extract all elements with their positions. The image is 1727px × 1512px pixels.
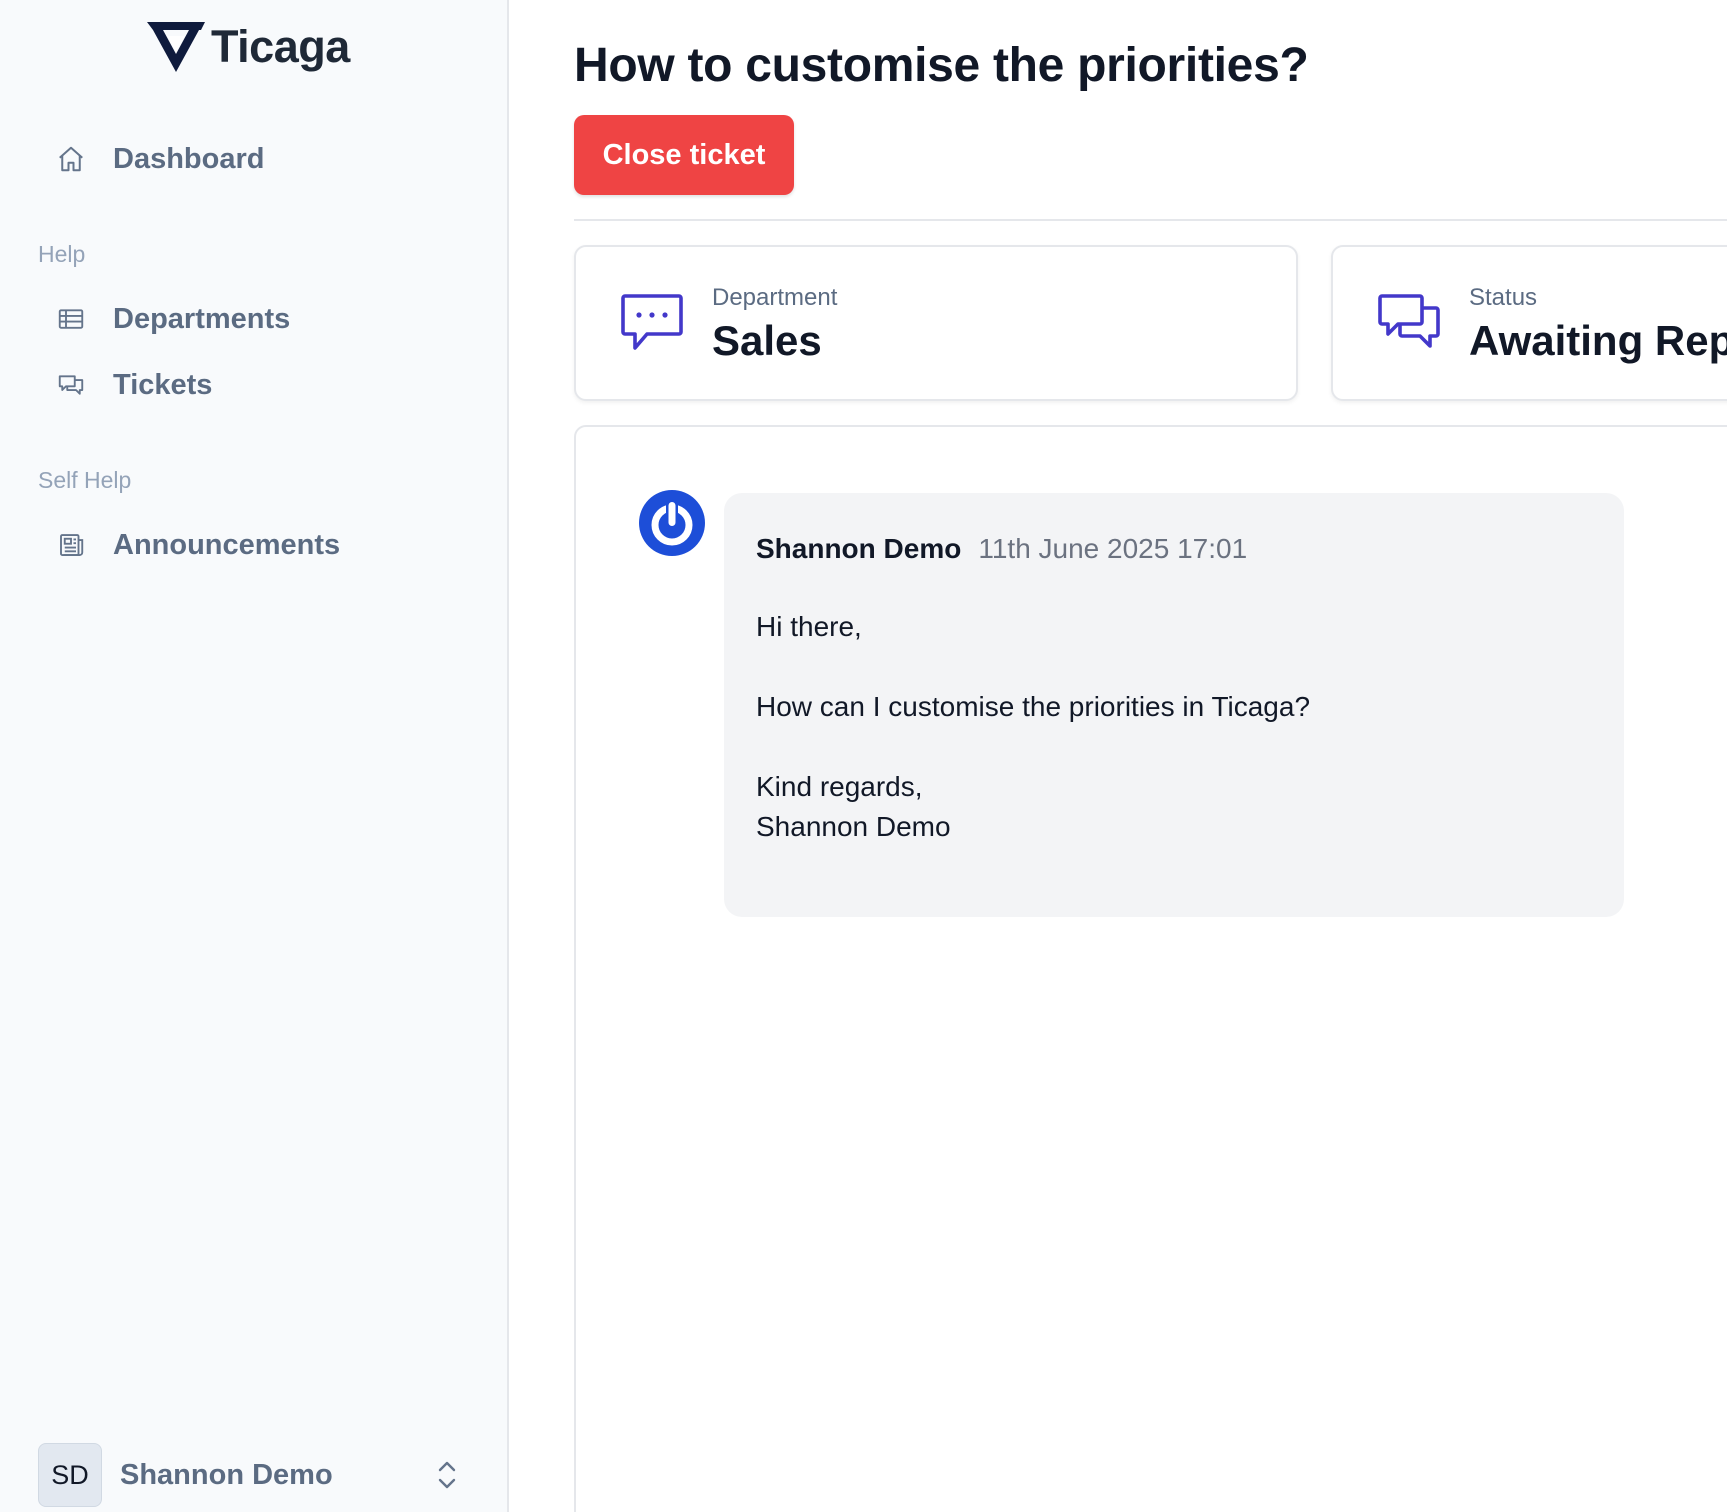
message-header: Shannon Demo 11th June 2025 17:01 bbox=[756, 533, 1247, 565]
status-value: Awaiting Reply bbox=[1469, 317, 1727, 364]
message-line: Shannon Demo bbox=[756, 811, 951, 842]
sidebar-item-label: Announcements bbox=[113, 528, 341, 561]
department-label: Department bbox=[712, 284, 838, 311]
brand-logo[interactable]: Ticaga bbox=[145, 18, 350, 76]
section-label-help: Help bbox=[38, 241, 86, 267]
message-line: How can I customise the priorities in Ti… bbox=[756, 691, 1311, 722]
page-title: How to customise the priorities? bbox=[574, 39, 1309, 92]
home-icon bbox=[56, 144, 86, 174]
user-menu[interactable]: SD Shannon Demo bbox=[38, 1443, 458, 1507]
chevron-up-down-icon bbox=[438, 1461, 456, 1489]
message-bubble: Shannon Demo 11th June 2025 17:01 Hi the… bbox=[724, 493, 1624, 917]
table-icon bbox=[56, 304, 86, 334]
message-timestamp: 11th June 2025 17:01 bbox=[978, 533, 1248, 564]
message-avatar bbox=[639, 490, 705, 556]
sidebar: Ticaga Dashboard Help Departments Ticket… bbox=[0, 0, 509, 1512]
sidebar-item-label: Dashboard bbox=[113, 142, 265, 175]
message-line: Hi there, bbox=[756, 611, 862, 642]
sidebar-item-tickets[interactable]: Tickets bbox=[56, 360, 212, 410]
department-card: Department Sales bbox=[574, 245, 1298, 401]
ticaga-logo-icon bbox=[147, 22, 205, 72]
chat-bubbles-icon bbox=[1378, 294, 1440, 348]
message-author: Shannon Demo bbox=[756, 533, 962, 564]
chat-bubbles-icon bbox=[56, 370, 86, 400]
main-content: How to customise the priorities? Close t… bbox=[511, 0, 1727, 1512]
app-root: Ticaga Dashboard Help Departments Ticket… bbox=[0, 0, 1727, 1512]
sidebar-item-announcements[interactable]: Announcements bbox=[56, 520, 340, 570]
chat-dots-icon bbox=[621, 294, 683, 350]
message-thread: Shannon Demo 11th June 2025 17:01 Hi the… bbox=[574, 425, 1727, 1512]
close-ticket-button[interactable]: Close ticket bbox=[574, 115, 794, 195]
sidebar-item-label: Departments bbox=[113, 302, 291, 335]
status-label: Status bbox=[1469, 284, 1538, 311]
user-avatar: SD bbox=[38, 1443, 102, 1507]
message-line: Kind regards, bbox=[756, 771, 923, 802]
department-value: Sales bbox=[712, 317, 822, 364]
user-name: Shannon Demo bbox=[120, 1458, 333, 1491]
sidebar-item-label: Tickets bbox=[113, 368, 213, 401]
divider bbox=[574, 219, 1727, 221]
newspaper-icon bbox=[56, 530, 86, 560]
brand-name: Ticaga bbox=[211, 21, 350, 72]
section-label-self-help: Self Help bbox=[38, 467, 132, 493]
sidebar-item-departments[interactable]: Departments bbox=[56, 294, 290, 344]
status-card: Status Awaiting Reply bbox=[1331, 245, 1727, 401]
sidebar-item-dashboard[interactable]: Dashboard bbox=[56, 134, 264, 184]
